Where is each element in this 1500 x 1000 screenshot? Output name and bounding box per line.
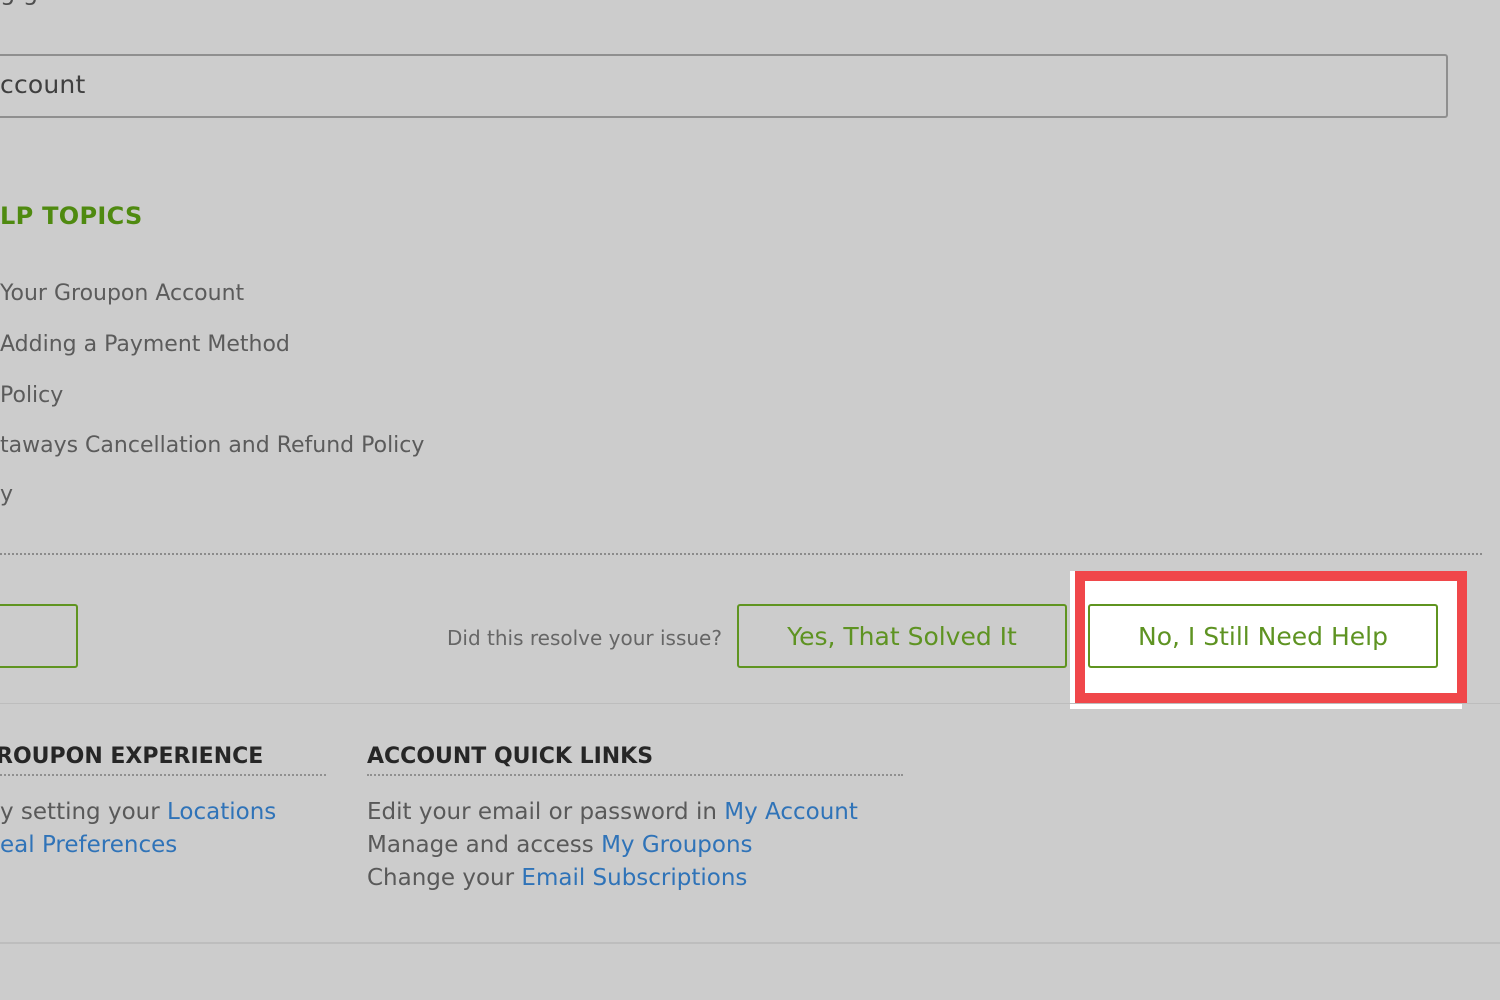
help-topic-link[interactable]: Your Groupon Account	[0, 281, 244, 306]
help-topics-title: LP TOPICS	[0, 202, 143, 230]
section-divider	[0, 553, 1482, 555]
footer-text: y setting your	[0, 799, 167, 825]
footer-text: Manage and access	[367, 832, 602, 858]
locations-link[interactable]: Locations	[167, 799, 276, 825]
partial-button[interactable]	[0, 604, 78, 668]
footer-experience-heading: ROUPON EXPERIENCE	[0, 744, 264, 769]
footer-text: Change your	[367, 865, 522, 891]
help-topic-link[interactable]: Policy	[0, 383, 63, 408]
footer-experience-line-1: y setting your Locations	[0, 799, 276, 825]
yes-solved-button[interactable]: Yes, That Solved It	[737, 604, 1067, 668]
footer-divider	[0, 703, 1500, 704]
search-input[interactable]	[0, 54, 1448, 118]
email-subscriptions-link[interactable]: Email Subscriptions	[521, 865, 747, 891]
footer-text: Edit your email or password in	[367, 799, 725, 825]
my-groupons-link[interactable]: My Groupons	[601, 832, 752, 858]
footer-experience-underline	[0, 774, 326, 776]
help-topic-link[interactable]: y	[0, 482, 13, 507]
search-input-value: ccount	[0, 70, 86, 99]
resolve-question: Did this resolve your issue?	[447, 626, 722, 650]
account-link-line-2: Manage and access My Groupons	[367, 832, 753, 858]
bottom-divider	[0, 942, 1500, 944]
account-link-line-3: Change your Email Subscriptions	[367, 865, 747, 891]
still-need-help-button[interactable]: No, I Still Need Help	[1088, 604, 1438, 668]
help-page: g g ccount LP TOPICS Your Groupon Accoun…	[0, 0, 1500, 1000]
help-topic-link[interactable]: taways Cancellation and Refund Policy	[0, 433, 424, 458]
help-topic-link[interactable]: Adding a Payment Method	[0, 332, 290, 357]
account-quick-links-underline	[367, 774, 903, 776]
footer-experience-line-2: eal Preferences	[0, 832, 177, 858]
partial-heading: g g	[0, 0, 38, 6]
deal-preferences-link[interactable]: eal Preferences	[0, 832, 177, 858]
my-account-link[interactable]: My Account	[724, 799, 858, 825]
account-quick-links-heading: ACCOUNT QUICK LINKS	[367, 744, 654, 769]
account-link-line-1: Edit your email or password in My Accoun…	[367, 799, 858, 825]
